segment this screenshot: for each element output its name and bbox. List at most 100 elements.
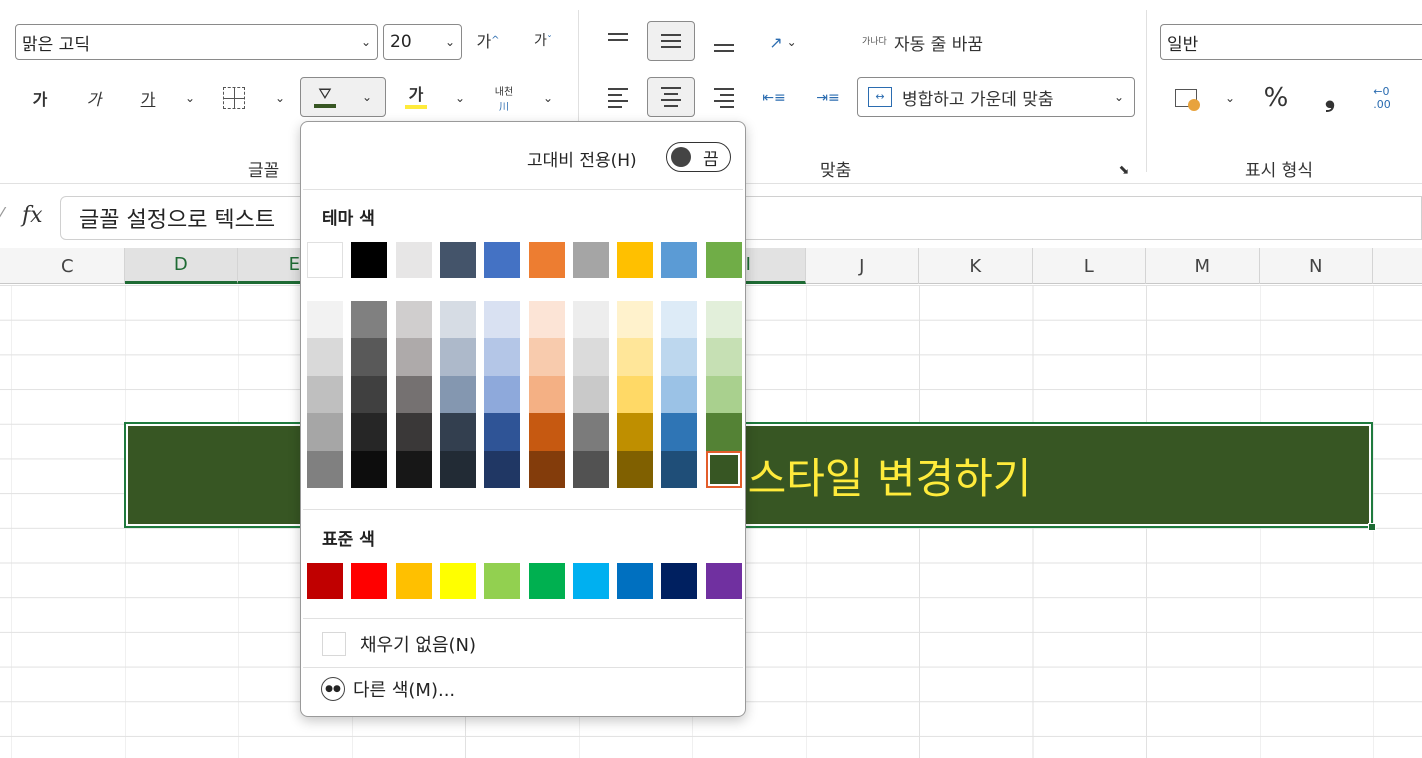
standard-color-swatch[interactable] bbox=[572, 563, 609, 599]
theme-color-swatch[interactable] bbox=[572, 242, 609, 278]
column-header-j[interactable]: J bbox=[806, 248, 919, 284]
theme-color-swatch[interactable] bbox=[705, 242, 742, 278]
align-middle-button[interactable] bbox=[647, 21, 695, 61]
percent-style-button[interactable]: % bbox=[1258, 78, 1294, 118]
fill-color-button[interactable]: ⛛ ⌄ bbox=[300, 77, 386, 117]
theme-shade-swatch[interactable] bbox=[617, 301, 654, 339]
align-left-button[interactable] bbox=[600, 78, 636, 118]
theme-color-swatch[interactable] bbox=[395, 242, 432, 278]
theme-shade-swatch[interactable] bbox=[661, 413, 698, 451]
more-colors-item[interactable]: ●● 다른 색(M)... bbox=[301, 667, 745, 711]
theme-shade-swatch[interactable] bbox=[484, 450, 521, 488]
borders-dropdown[interactable]: ⌄ bbox=[266, 78, 294, 118]
underline-dropdown[interactable]: ⌄ bbox=[176, 78, 204, 118]
alignment-settings-launcher[interactable]: ⬊ bbox=[1112, 158, 1136, 182]
column-header-c[interactable]: C bbox=[11, 248, 125, 284]
accounting-dropdown[interactable]: ⌄ bbox=[1216, 78, 1244, 118]
standard-color-swatch[interactable] bbox=[439, 563, 476, 599]
theme-shade-swatch[interactable] bbox=[572, 375, 609, 414]
theme-shade-swatch[interactable] bbox=[351, 450, 388, 488]
standard-color-swatch[interactable] bbox=[705, 563, 742, 599]
comma-style-button[interactable]: ❟ bbox=[1312, 78, 1348, 118]
theme-shade-swatch[interactable] bbox=[351, 375, 388, 414]
theme-shade-swatch[interactable] bbox=[307, 375, 343, 414]
number-format-combobox[interactable]: 일반 bbox=[1160, 24, 1422, 60]
standard-color-swatch[interactable] bbox=[661, 563, 698, 599]
theme-shade-swatch[interactable] bbox=[395, 301, 432, 339]
theme-shade-swatch[interactable] bbox=[572, 301, 609, 339]
column-header-l[interactable]: L bbox=[1033, 248, 1146, 284]
align-right-button[interactable] bbox=[706, 78, 742, 118]
font-size-combobox[interactable]: 20 ⌄ bbox=[383, 24, 462, 60]
borders-button[interactable] bbox=[216, 78, 252, 118]
font-name-combobox[interactable]: 맑은 고딕 ⌄ bbox=[15, 24, 378, 60]
theme-shade-swatch[interactable] bbox=[617, 450, 654, 488]
italic-button[interactable]: 가 bbox=[76, 78, 112, 118]
theme-shade-swatch[interactable] bbox=[439, 450, 476, 488]
theme-shade-swatch-selected[interactable] bbox=[705, 450, 742, 488]
standard-color-swatch[interactable] bbox=[395, 563, 432, 599]
phonetic-guide-button[interactable]: 내천 川 bbox=[484, 78, 524, 118]
theme-shade-swatch[interactable] bbox=[661, 338, 698, 376]
theme-shade-swatch[interactable] bbox=[572, 450, 609, 488]
phonetic-dropdown[interactable]: ⌄ bbox=[534, 78, 562, 118]
theme-shade-swatch[interactable] bbox=[439, 338, 476, 376]
theme-shade-swatch[interactable] bbox=[705, 301, 742, 339]
theme-shade-swatch[interactable] bbox=[705, 375, 742, 414]
theme-shade-swatch[interactable] bbox=[617, 338, 654, 376]
theme-shade-swatch[interactable] bbox=[307, 413, 343, 451]
theme-shade-swatch[interactable] bbox=[439, 413, 476, 451]
theme-shade-swatch[interactable] bbox=[617, 375, 654, 414]
theme-shade-swatch[interactable] bbox=[439, 375, 476, 414]
theme-shade-swatch[interactable] bbox=[395, 450, 432, 488]
increase-decimal-button[interactable]: ←0.00 bbox=[1362, 78, 1402, 118]
insert-function-button[interactable]: fx bbox=[22, 203, 43, 228]
theme-shade-swatch[interactable] bbox=[617, 413, 654, 451]
bold-button[interactable]: 가 bbox=[22, 78, 58, 118]
standard-color-swatch[interactable] bbox=[351, 563, 388, 599]
theme-color-swatch[interactable] bbox=[307, 242, 343, 278]
theme-shade-swatch[interactable] bbox=[484, 301, 521, 339]
theme-shade-swatch[interactable] bbox=[528, 338, 565, 376]
column-header-n[interactable]: N bbox=[1260, 248, 1373, 284]
theme-shade-swatch[interactable] bbox=[528, 413, 565, 451]
accounting-format-button[interactable] bbox=[1166, 78, 1206, 118]
theme-shade-swatch[interactable] bbox=[484, 413, 521, 451]
decrease-indent-button[interactable]: ⇤≡ bbox=[756, 78, 792, 118]
theme-color-swatch[interactable] bbox=[439, 242, 476, 278]
orientation-button[interactable]: ↗ ⌄ bbox=[756, 22, 810, 62]
increase-indent-button[interactable]: ⇥≡ bbox=[810, 78, 846, 118]
theme-color-swatch[interactable] bbox=[661, 242, 698, 278]
align-center-button[interactable] bbox=[647, 77, 695, 117]
theme-shade-swatch[interactable] bbox=[705, 338, 742, 376]
standard-color-swatch[interactable] bbox=[528, 563, 565, 599]
align-bottom-button[interactable] bbox=[706, 22, 742, 62]
theme-shade-swatch[interactable] bbox=[395, 338, 432, 376]
fill-handle[interactable] bbox=[1368, 523, 1376, 531]
align-top-button[interactable] bbox=[600, 22, 636, 62]
wrap-text-button[interactable]: 가나다 자동 줄 바꿈 bbox=[862, 22, 1022, 62]
theme-color-swatch[interactable] bbox=[617, 242, 654, 278]
theme-shade-swatch[interactable] bbox=[307, 301, 343, 339]
column-header-k[interactable]: K bbox=[919, 248, 1033, 284]
theme-shade-swatch[interactable] bbox=[528, 301, 565, 339]
standard-color-swatch[interactable] bbox=[617, 563, 654, 599]
theme-shade-swatch[interactable] bbox=[351, 301, 388, 339]
theme-shade-swatch[interactable] bbox=[661, 301, 698, 339]
theme-shade-swatch[interactable] bbox=[528, 375, 565, 414]
standard-color-swatch[interactable] bbox=[307, 563, 343, 599]
theme-shade-swatch[interactable] bbox=[661, 375, 698, 414]
theme-shade-swatch[interactable] bbox=[572, 413, 609, 451]
theme-color-swatch[interactable] bbox=[351, 242, 388, 278]
theme-shade-swatch[interactable] bbox=[484, 338, 521, 376]
theme-shade-swatch[interactable] bbox=[484, 375, 521, 414]
theme-shade-swatch[interactable] bbox=[395, 375, 432, 414]
theme-shade-swatch[interactable] bbox=[307, 450, 343, 488]
theme-shade-swatch[interactable] bbox=[351, 338, 388, 376]
grow-font-button[interactable]: 가 ^ bbox=[470, 20, 506, 60]
theme-shade-swatch[interactable] bbox=[705, 413, 742, 451]
theme-shade-swatch[interactable] bbox=[439, 301, 476, 339]
theme-shade-swatch[interactable] bbox=[528, 450, 565, 488]
theme-shade-swatch[interactable] bbox=[351, 413, 388, 451]
theme-color-swatch[interactable] bbox=[484, 242, 521, 278]
